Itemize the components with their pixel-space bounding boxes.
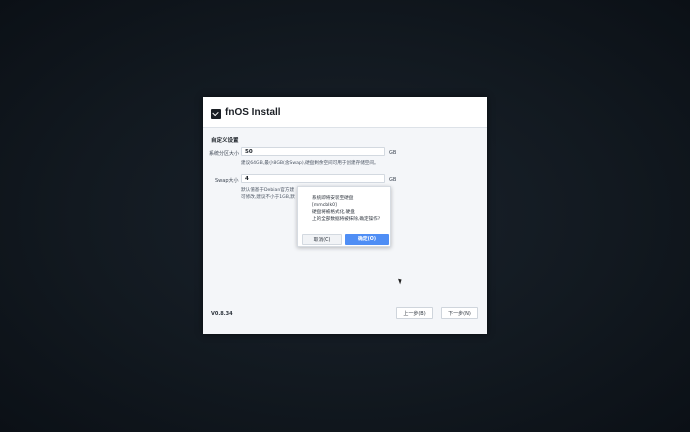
swap-size-input[interactable]: 4	[241, 174, 385, 183]
system-partition-hint: 建议64GB,最小8GB(含Swap),硬盘剩余空间可用于创建存储空间。	[241, 161, 379, 166]
swap-size-hint-line-1: 默认值基于Debian官方建	[241, 188, 295, 193]
next-button[interactable]: 下一步(N)	[441, 307, 478, 319]
system-partition-unit: GB	[389, 150, 397, 156]
dialog-message-line-2: [mmcblk0]	[312, 203, 337, 208]
section-title: 自定义设置	[211, 138, 239, 144]
previous-button[interactable]: 上一步(B)	[396, 307, 433, 319]
dialog-message-line-3: 硬盘将被格式化,硬盘	[312, 210, 355, 215]
swap-size-unit: GB	[389, 177, 397, 183]
system-partition-input[interactable]: 50	[241, 147, 385, 156]
fnos-logo-icon	[211, 109, 221, 119]
title-bar: fnOS Install	[203, 97, 487, 128]
dialog-message-line-4: 上的全部数据将被抹除,确定操作?	[312, 217, 381, 222]
dialog-message-line-1: 系统即将安装至硬盘	[312, 196, 354, 201]
swap-size-label: Swap大小	[215, 178, 239, 184]
dialog-confirm-button[interactable]: 确定(O)	[345, 234, 389, 245]
confirm-dialog: 系统即将安装至硬盘 [mmcblk0] 硬盘将被格式化,硬盘 上的全部数据将被抹…	[297, 186, 391, 247]
window-title: fnOS Install	[225, 107, 281, 118]
system-partition-label: 系统分区大小	[209, 151, 240, 157]
version-label: V0.8.34	[211, 311, 233, 317]
swap-size-hint-line-2: 可修改,建议不小于1GB,默	[241, 195, 295, 200]
desktop-background: fnOS Install 自定义设置 系统分区大小 50 GB 建议64GB,最…	[0, 0, 690, 432]
dialog-cancel-button[interactable]: 取消(C)	[302, 234, 342, 245]
